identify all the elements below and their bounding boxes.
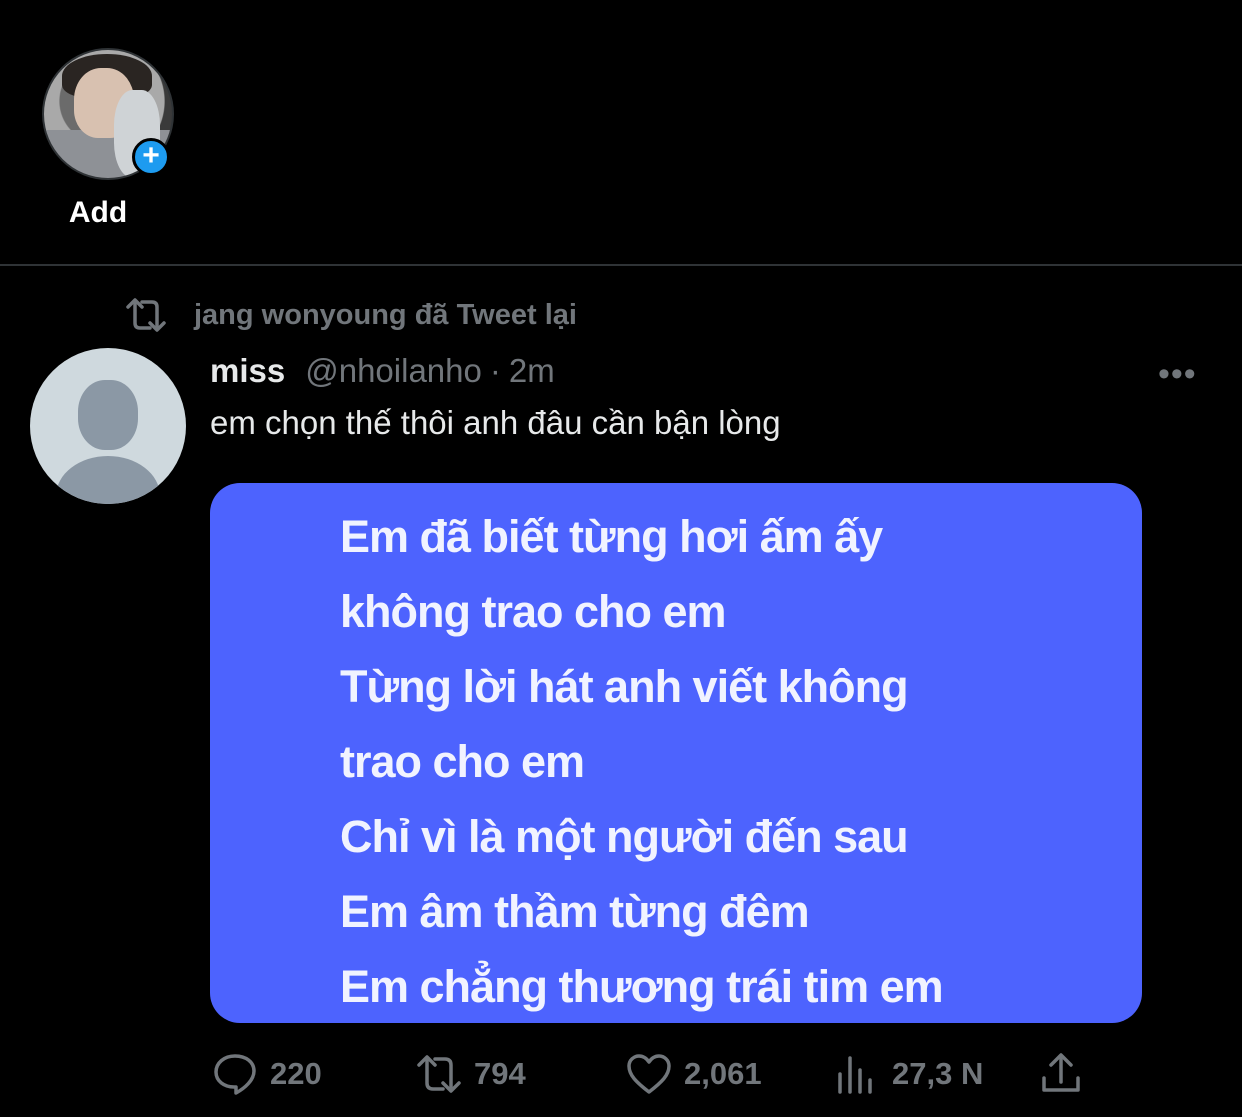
media-line: không trao cho em: [340, 586, 727, 637]
author-handle[interactable]: @nhoilanho: [305, 352, 482, 390]
divider: [0, 264, 1242, 266]
views-button[interactable]: 27,3 N: [834, 1050, 983, 1098]
plus-icon[interactable]: +: [132, 138, 170, 176]
reply-count: 220: [270, 1056, 322, 1091]
share-icon: [1042, 1053, 1080, 1092]
author-avatar[interactable]: [30, 348, 186, 504]
tweet-time[interactable]: 2m: [509, 352, 555, 390]
retweet-icon: [417, 1055, 461, 1093]
tweet-header: miss @nhoilanho · 2m: [210, 352, 555, 390]
tweet-text: em chọn thế thôi anh đâu cần bận lòng: [210, 404, 781, 441]
retweet-context[interactable]: jang wonyoung đã Tweet lại: [124, 292, 577, 338]
more-options-icon[interactable]: •••: [1158, 357, 1197, 391]
like-count: 2,061: [684, 1056, 762, 1091]
retweet-count: 794: [474, 1056, 526, 1091]
heart-icon: [627, 1054, 671, 1094]
separator: ·: [489, 352, 501, 389]
reply-icon: [214, 1054, 256, 1095]
views-icon: [838, 1056, 872, 1094]
share-button[interactable]: [1038, 1050, 1084, 1098]
fleet-add-label: Add: [68, 196, 128, 229]
retweet-button[interactable]: 794: [416, 1050, 526, 1098]
media-line: Từng lời hát anh viết không: [340, 661, 909, 712]
views-count: 27,3 N: [892, 1056, 984, 1091]
like-button[interactable]: 2,061: [626, 1050, 762, 1098]
tweet-actions: 220 794 2,061 27,3 N: [212, 1050, 1112, 1098]
media-line: Chỉ vì là một người đến sau: [340, 811, 909, 862]
author-name[interactable]: miss: [210, 352, 285, 390]
retweet-context-text: jang wonyoung đã Tweet lại: [194, 298, 577, 331]
media-line: Em đã biết từng hơi ấm ấy: [340, 511, 883, 562]
retweet-icon: [126, 298, 166, 332]
media-line: trao cho em: [340, 736, 585, 787]
tweet-media[interactable]: Em đã biết từng hơi ấm ấy không trao cho…: [210, 483, 1142, 1023]
fleets-bar: + Add: [0, 0, 1242, 264]
reply-button[interactable]: 220: [212, 1050, 322, 1098]
media-line: Em chẳng thương trái tim em: [340, 961, 944, 1012]
media-line: Em âm thầm từng đêm: [340, 886, 810, 937]
